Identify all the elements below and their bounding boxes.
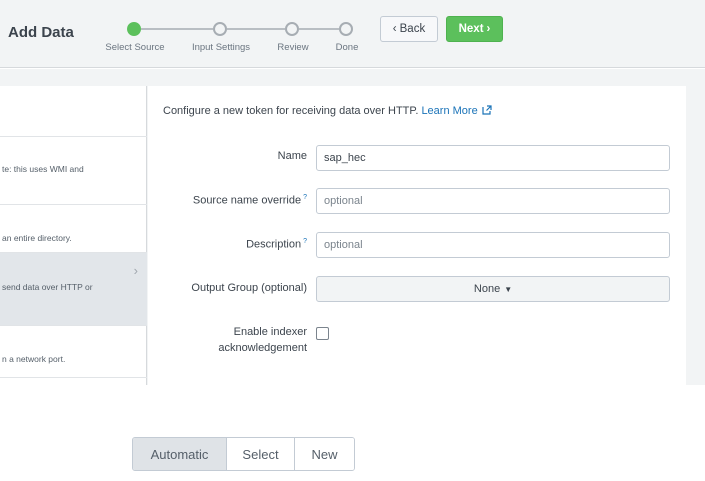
next-button-label: Next	[458, 23, 484, 35]
description-label: Description?	[246, 238, 307, 251]
chevron-right-icon: ›	[486, 23, 491, 35]
help-icon[interactable]: ?	[303, 194, 307, 201]
back-button[interactable]: ‹ Back	[380, 16, 438, 42]
source-list-item[interactable]: n a network port.	[0, 325, 147, 377]
indexer-label-line2: acknowledgement	[218, 342, 307, 354]
page-title: Add Data	[8, 24, 74, 41]
indexer-acknowledgement-checkbox[interactable]	[316, 327, 329, 340]
source-item-description: send data over HTTP or	[2, 282, 93, 292]
index-mode-segmented-control: Automatic Select New	[132, 437, 355, 471]
caret-down-icon: ▼	[504, 284, 513, 294]
segment-select[interactable]: Select	[227, 438, 295, 470]
form-intro: Configure a new token for receiving data…	[163, 105, 492, 117]
step-label-review: Review	[277, 42, 309, 53]
source-item-description: an entire directory.	[2, 233, 72, 243]
description-text: Description	[246, 238, 302, 251]
step-connector	[141, 28, 213, 30]
name-field[interactable]: sap_hec	[316, 145, 670, 171]
segment-automatic[interactable]: Automatic	[133, 438, 227, 470]
header-bar: Add Data Select Source Input Settings Re…	[0, 0, 705, 68]
chevron-right-icon: ›	[133, 263, 138, 278]
source-item-description: te: this uses WMI and	[2, 164, 84, 174]
indexer-acknowledgement-label: Enable indexer acknowledgement	[218, 324, 307, 356]
source-name-override-label: Source name override?	[193, 194, 307, 207]
source-list-item-selected[interactable]: send data over HTTP or ›	[0, 252, 147, 325]
output-group-label: Output Group (optional)	[191, 282, 307, 294]
next-button[interactable]: Next ›	[446, 16, 503, 42]
source-list-item[interactable]: te: this uses WMI and	[0, 136, 147, 204]
chevron-left-icon: ‹	[392, 23, 397, 35]
description-field[interactable]: optional	[316, 232, 670, 258]
step-label-input-settings: Input Settings	[191, 42, 251, 53]
indexer-label-line1: Enable indexer	[233, 326, 307, 338]
source-item-description: n a network port.	[2, 354, 66, 364]
output-group-value: None	[473, 283, 501, 295]
external-link-icon	[482, 105, 492, 115]
learn-more-label: Learn More	[421, 105, 478, 117]
step-input-settings-dot	[213, 22, 227, 36]
content-area: te: this uses WMI and an entire director…	[0, 69, 705, 385]
step-label-select-source: Select Source	[105, 42, 165, 53]
segment-new[interactable]: New	[295, 438, 354, 470]
step-label-done: Done	[335, 42, 359, 53]
step-done-dot	[339, 22, 353, 36]
back-button-label: Back	[399, 23, 426, 35]
source-list-item	[0, 377, 147, 385]
step-connector	[299, 28, 339, 30]
source-name-override-field[interactable]: optional	[316, 188, 670, 214]
intro-text: Configure a new token for receiving data…	[163, 105, 419, 117]
input-settings-form: Configure a new token for receiving data…	[148, 86, 686, 385]
source-name-override-text: Source name override	[192, 194, 302, 207]
step-select-source-dot	[127, 22, 141, 36]
source-list: te: this uses WMI and an entire director…	[0, 86, 147, 385]
wizard-stepper: Select Source Input Settings Review Done	[96, 14, 366, 58]
output-group-select[interactable]: None ▼	[316, 276, 670, 302]
name-label: Name	[277, 150, 307, 162]
help-icon[interactable]: ?	[303, 238, 307, 245]
learn-more-link[interactable]: Learn More	[421, 105, 492, 117]
step-connector	[227, 28, 285, 30]
step-review-dot	[285, 22, 299, 36]
